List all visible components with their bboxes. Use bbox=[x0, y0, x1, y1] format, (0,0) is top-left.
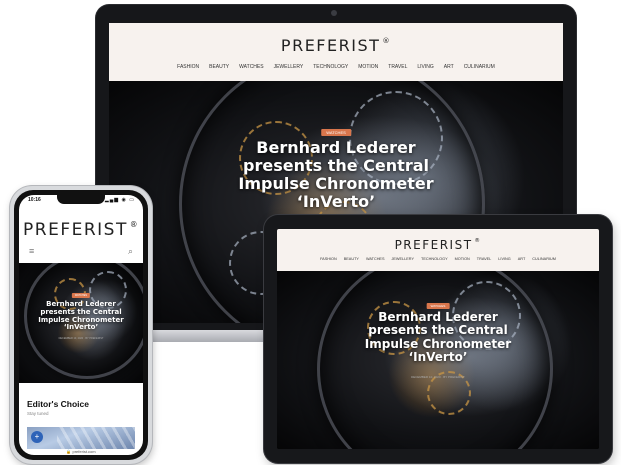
site-logo[interactable]: PREFERIST ® bbox=[19, 220, 143, 240]
phone-device: 10:16 ▂▄▆ ◉ ▭ PREFERIST ® ≡ ⌕ WATCHES Ber… bbox=[10, 186, 152, 464]
nav-item-beauty[interactable]: BEAUTY bbox=[209, 64, 229, 70]
url-bar[interactable]: 🔒 preferist.com bbox=[19, 449, 143, 454]
site-logo[interactable]: PREFERIST ® bbox=[109, 36, 563, 55]
phone-screen: 10:16 ▂▄▆ ◉ ▭ PREFERIST ® ≡ ⌕ WATCHES Ber… bbox=[19, 195, 143, 455]
tablet-device: PREFERIST ® FASHION BEAUTY WATCHES JEWELL… bbox=[264, 215, 612, 463]
category-badge[interactable]: WATCHES bbox=[321, 129, 351, 136]
status-time: 10:16 bbox=[28, 197, 41, 203]
article-headline[interactable]: Bernhard Lederer presents the Central Im… bbox=[277, 310, 599, 365]
hero-image[interactable]: WATCHES Bernhard Lederer presents the Ce… bbox=[277, 271, 599, 449]
nav-item-fashion[interactable]: FASHION bbox=[177, 64, 199, 70]
search-icon[interactable]: ⌕ bbox=[128, 246, 133, 257]
nav-item-travel[interactable]: TRAVEL bbox=[477, 257, 492, 261]
nav-item-culinarium[interactable]: CULINARIUM bbox=[464, 64, 495, 70]
category-badge[interactable]: WATCHES bbox=[426, 303, 450, 309]
nav-item-art[interactable]: ART bbox=[518, 257, 526, 261]
category-badge[interactable]: WATCHES bbox=[71, 293, 91, 298]
nav-item-living[interactable]: LIVING bbox=[498, 257, 510, 261]
hero-image[interactable]: WATCHES Bernhard Lederer presents the Ce… bbox=[19, 263, 143, 383]
nav-item-motion[interactable]: MOTION bbox=[455, 257, 470, 261]
editors-choice-heading: Editor's Choice bbox=[27, 399, 90, 409]
phone-notch bbox=[57, 195, 105, 204]
article-headline[interactable]: Bernhard Lederer presents the Central Im… bbox=[19, 300, 143, 332]
main-nav: FASHION BEAUTY WATCHES JEWELLERY TECHNOL… bbox=[277, 257, 599, 261]
site-header: PREFERIST ® FASHION BEAUTY WATCHES JEWELL… bbox=[277, 229, 599, 271]
article-headline[interactable]: Bernhard Lederer presents the Central Im… bbox=[109, 139, 563, 211]
nav-item-jewellery[interactable]: JEWELLERY bbox=[392, 257, 415, 261]
nav-item-technology[interactable]: TECHNOLOGY bbox=[313, 64, 348, 70]
hamburger-menu-icon[interactable]: ≡ bbox=[29, 246, 34, 256]
status-icons: ▂▄▆ ◉ ▭ bbox=[104, 197, 135, 203]
site-header: PREFERIST ® FASHION BEAUTY WATCHES JEWELL… bbox=[109, 23, 563, 81]
phone-bezel: 10:16 ▂▄▆ ◉ ▭ PREFERIST ® ≡ ⌕ WATCHES Ber… bbox=[14, 190, 148, 460]
article-meta: DECEMBER 10, 2020 · BY PREFERIST bbox=[411, 375, 465, 379]
nav-item-travel[interactable]: TRAVEL bbox=[388, 64, 407, 70]
camera-icon bbox=[331, 10, 337, 16]
editors-choice-subtitle: Stay tuned bbox=[27, 411, 49, 416]
nav-item-watches[interactable]: WATCHES bbox=[366, 257, 385, 261]
tablet-screen: PREFERIST ® FASHION BEAUTY WATCHES JEWELL… bbox=[277, 229, 599, 449]
article-meta: DECEMBER 10, 2020 · BY PREFERIST bbox=[58, 337, 104, 340]
nav-item-jewellery[interactable]: JEWELLERY bbox=[274, 64, 304, 70]
nav-item-art[interactable]: ART bbox=[444, 64, 454, 70]
article-thumbnail[interactable] bbox=[27, 427, 135, 449]
nav-item-culinarium[interactable]: CULINARIUM bbox=[532, 257, 556, 261]
nav-item-motion[interactable]: MOTION bbox=[358, 64, 378, 70]
site-logo[interactable]: PREFERIST ® bbox=[277, 238, 599, 252]
nav-item-watches[interactable]: WATCHES bbox=[239, 64, 263, 70]
main-nav: FASHION BEAUTY WATCHES JEWELLERY TECHNOL… bbox=[109, 64, 563, 70]
nav-item-living[interactable]: LIVING bbox=[417, 64, 433, 70]
nav-item-technology[interactable]: TECHNOLOGY bbox=[421, 257, 448, 261]
nav-item-beauty[interactable]: BEAUTY bbox=[344, 257, 359, 261]
nav-item-fashion[interactable]: FASHION bbox=[320, 257, 337, 261]
plus-icon[interactable]: + bbox=[31, 431, 43, 443]
